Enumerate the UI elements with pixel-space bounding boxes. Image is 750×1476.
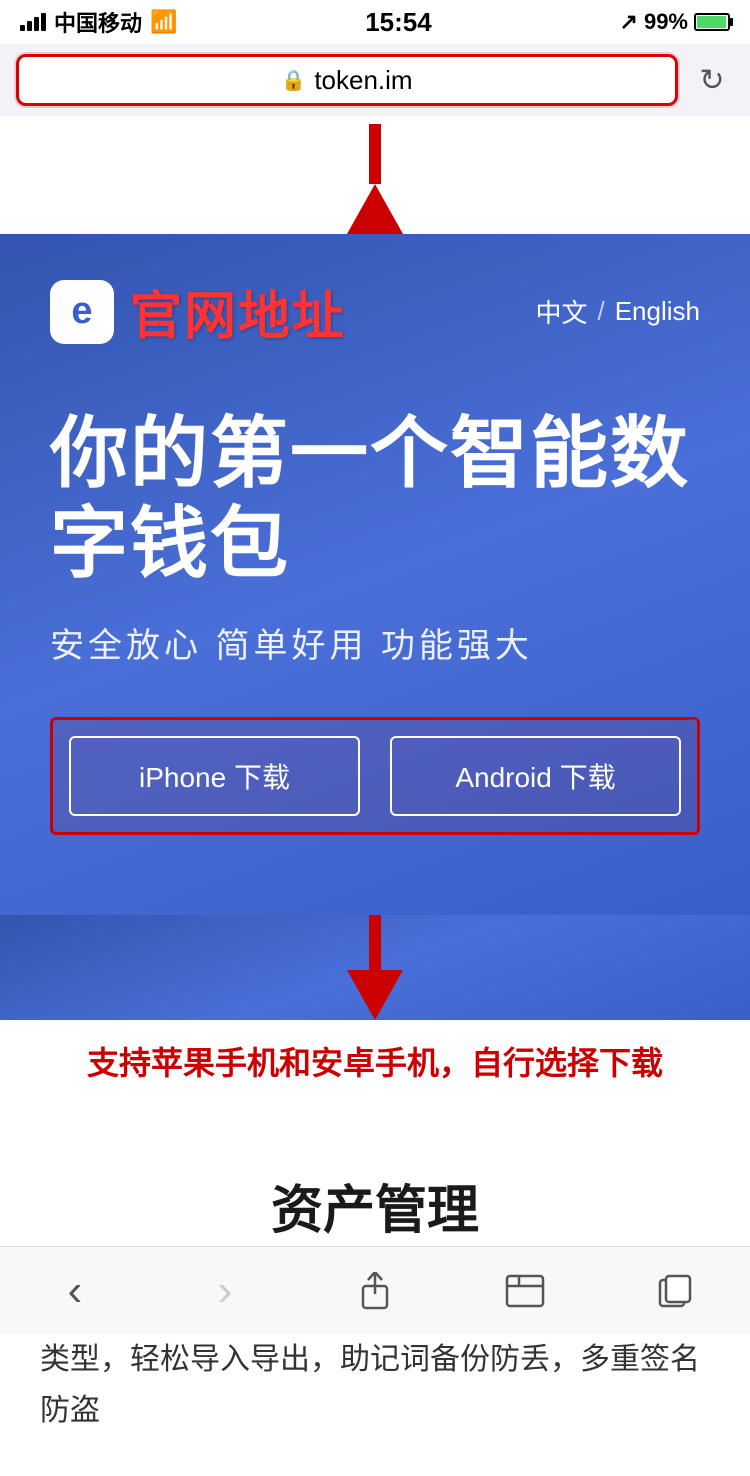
- battery-icon: [694, 13, 730, 31]
- iphone-download-button[interactable]: iPhone 下载: [69, 736, 360, 816]
- arrow-shaft: [369, 124, 381, 184]
- down-arrow-head: [347, 970, 403, 1020]
- battery-percent: 99%: [644, 9, 688, 35]
- android-download-button[interactable]: Android 下载: [390, 736, 681, 816]
- hero-subtitle: 安全放心 简单好用 功能强大: [50, 618, 700, 667]
- tabs-icon: [658, 1274, 692, 1308]
- lang-separator: /: [597, 296, 604, 327]
- carrier-label: 中国移动: [54, 6, 142, 38]
- logo-area: e 官网地址: [50, 274, 346, 349]
- refresh-button[interactable]: ↻: [690, 58, 734, 102]
- share-button[interactable]: [335, 1251, 415, 1331]
- share-icon: [358, 1272, 392, 1310]
- url-annotation: [0, 116, 750, 234]
- wifi-icon: 📶: [150, 9, 177, 35]
- bookmark-button[interactable]: [485, 1251, 565, 1331]
- download-buttons-container: iPhone 下载 Android 下载: [50, 717, 700, 835]
- download-annotation: [0, 915, 750, 1020]
- lang-chinese[interactable]: 中文: [535, 293, 587, 330]
- lang-english[interactable]: English: [615, 296, 700, 327]
- url-bar[interactable]: 🔒 token.im: [16, 54, 678, 106]
- url-text[interactable]: token.im: [314, 65, 412, 96]
- bottom-toolbar: ‹ ›: [0, 1246, 750, 1334]
- location-icon: ↗: [620, 9, 638, 35]
- arrow-up-annotation: [0, 116, 750, 234]
- signal-icon: [20, 13, 46, 31]
- tabs-button[interactable]: [635, 1251, 715, 1331]
- status-left: 中国移动 📶: [20, 6, 177, 38]
- main-hero-section: e 官网地址 中文 / English 你的第一个智能数字钱包 安全放心 简单好…: [0, 234, 750, 915]
- back-button[interactable]: ‹: [35, 1251, 115, 1331]
- language-switcher[interactable]: 中文 / English: [535, 293, 700, 330]
- section-title: 资产管理: [40, 1168, 710, 1243]
- arrow-head: [347, 184, 403, 234]
- time-display: 15:54: [365, 7, 432, 38]
- status-right: ↗ 99%: [620, 9, 730, 35]
- forward-icon: ›: [218, 1266, 233, 1316]
- down-arrow-shaft: [369, 915, 381, 970]
- site-title: 官网地址: [130, 274, 346, 349]
- bookmarks-icon: [505, 1274, 545, 1308]
- browser-bar: 🔒 token.im ↻: [0, 44, 750, 116]
- back-icon: ‹: [68, 1266, 83, 1316]
- logo-icon: e: [50, 280, 114, 344]
- site-header: e 官网地址 中文 / English: [50, 274, 700, 349]
- status-bar: 中国移动 📶 15:54 ↗ 99%: [0, 0, 750, 44]
- hero-title: 你的第一个智能数字钱包: [50, 409, 700, 588]
- annotation-text: 支持苹果手机和安卓手机，自行选择下载: [0, 1020, 750, 1108]
- forward-button[interactable]: ›: [185, 1251, 265, 1331]
- lock-icon: 🔒: [281, 68, 306, 93]
- logo-char: e: [71, 290, 92, 333]
